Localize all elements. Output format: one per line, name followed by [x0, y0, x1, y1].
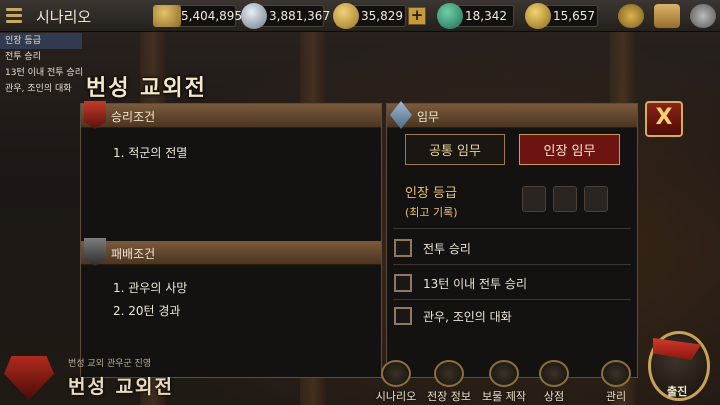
copper-coin-icon	[333, 3, 359, 29]
nav-shop[interactable]: 상점	[526, 360, 582, 404]
nav-label: 시나리오	[375, 390, 417, 403]
mission-panel: 임무 공통 임무 인장 임무 인장 등급 (최고 기록) 전투 승리 13턴 이…	[386, 101, 638, 378]
gear-icon[interactable]	[690, 4, 716, 28]
conditions-panel: 승리조건 1. 적군의 전멸 패배조건 1. 관우의 사망 2. 20턴 경과	[80, 101, 382, 378]
resource-ingot: 15,657	[525, 3, 598, 29]
stage-subtitle: 번성 교외 관우군 진영	[68, 359, 152, 369]
gold-bar-icon	[153, 5, 181, 27]
nav-manage[interactable]: 관리	[588, 360, 644, 404]
task-checkbox[interactable]	[394, 239, 412, 257]
scenario-title[interactable]: 시나리오	[36, 6, 91, 27]
list-item: 인장 등급	[0, 33, 82, 49]
resource-silver-value: 3,881,367	[269, 9, 331, 23]
tab-seal-mission[interactable]: 인장 임무	[519, 134, 620, 165]
defeat-emblem-icon	[84, 238, 106, 266]
divider	[393, 228, 631, 229]
scroll-icon[interactable]	[654, 4, 680, 28]
nav-treasure-craft[interactable]: 보물 제작	[476, 360, 532, 404]
seal-slot	[584, 186, 608, 212]
nav-label: 관리	[605, 390, 627, 403]
seal-grade-subtitle: (최고 기록)	[405, 206, 458, 219]
task-label: 관우, 조인의 대화	[423, 309, 512, 324]
mission-header: 임무	[387, 101, 637, 129]
divider	[393, 264, 631, 265]
task-label: 13턴 이내 전투 승리	[423, 276, 527, 291]
seal-slot	[522, 186, 546, 212]
nav-battle-info[interactable]: 전장 정보	[421, 360, 477, 404]
add-currency-button[interactable]: +	[408, 7, 426, 25]
top-bar: 시나리오 5,404,895 3,881,367 35,829 + 18,342…	[0, 0, 720, 32]
nav-scenario[interactable]: 시나리오	[368, 360, 424, 404]
task-checkbox[interactable]	[394, 274, 412, 292]
list-item: 관우, 조인의 대화	[5, 84, 72, 94]
resource-jade: 18,342	[437, 3, 514, 29]
seal-grade-label: 인장 등급	[405, 186, 457, 201]
tab-common-mission[interactable]: 공통 임무	[405, 134, 505, 165]
divider	[393, 299, 631, 300]
chat-icon[interactable]	[618, 4, 644, 28]
resource-gold-value: 5,404,895	[181, 9, 243, 23]
task-row[interactable]: 13턴 이내 전투 승리	[394, 273, 527, 293]
menu-icon[interactable]	[0, 0, 28, 30]
battle-info-nav-icon	[434, 360, 464, 387]
victory-condition: 1. 적군의 전멸	[113, 146, 188, 160]
close-button[interactable]: X	[645, 101, 683, 137]
stage-title: 번성 교외전	[68, 376, 175, 398]
task-row[interactable]: 전투 승리	[394, 238, 471, 258]
treasure-nav-icon	[489, 360, 519, 387]
resource-coin-value: 35,829	[361, 9, 403, 23]
shop-nav-icon	[539, 360, 569, 387]
manage-nav-icon	[601, 360, 631, 387]
task-row[interactable]: 관우, 조인의 대화	[394, 306, 512, 326]
silver-coin-icon	[241, 3, 267, 29]
dialog-title: 번성 교외전	[86, 75, 207, 101]
nav-label: 전장 정보	[427, 390, 471, 403]
gold-ingot-icon	[525, 3, 551, 29]
defeat-condition: 2. 20턴 경과	[113, 304, 181, 318]
victory-header: 승리조건	[81, 101, 381, 129]
victory-emblem-icon	[84, 101, 106, 129]
nav-label: 상점	[543, 390, 565, 403]
seal-slot	[553, 186, 577, 212]
nav-label: 보물 제작	[482, 390, 526, 403]
resource-ingot-value: 15,657	[553, 9, 595, 23]
resource-gold: 5,404,895	[153, 5, 242, 27]
resource-coin: 35,829	[333, 3, 406, 29]
mission-header-label: 임무	[417, 110, 440, 124]
victory-header-label: 승리조건	[111, 110, 156, 124]
scenario-nav-icon	[381, 360, 411, 387]
task-checkbox[interactable]	[394, 307, 412, 325]
jade-horse-icon	[437, 3, 463, 29]
list-item: 전투 승리	[5, 52, 41, 62]
resource-jade-value: 18,342	[465, 9, 507, 23]
defeat-condition: 1. 관우의 사망	[113, 281, 188, 295]
resource-silver: 3,881,367	[241, 3, 330, 29]
defeat-header: 패배조건	[81, 238, 381, 266]
defeat-header-label: 패배조건	[111, 247, 156, 261]
list-item: 13턴 이내 전투 승리	[5, 68, 83, 78]
sortie-label: 출진	[667, 385, 688, 398]
crossed-swords-icon	[390, 101, 412, 129]
task-label: 전투 승리	[423, 241, 471, 256]
mission-list: 인장 등급 전투 승리 13턴 이내 전투 승리 관우, 조인의 대화	[0, 33, 83, 98]
